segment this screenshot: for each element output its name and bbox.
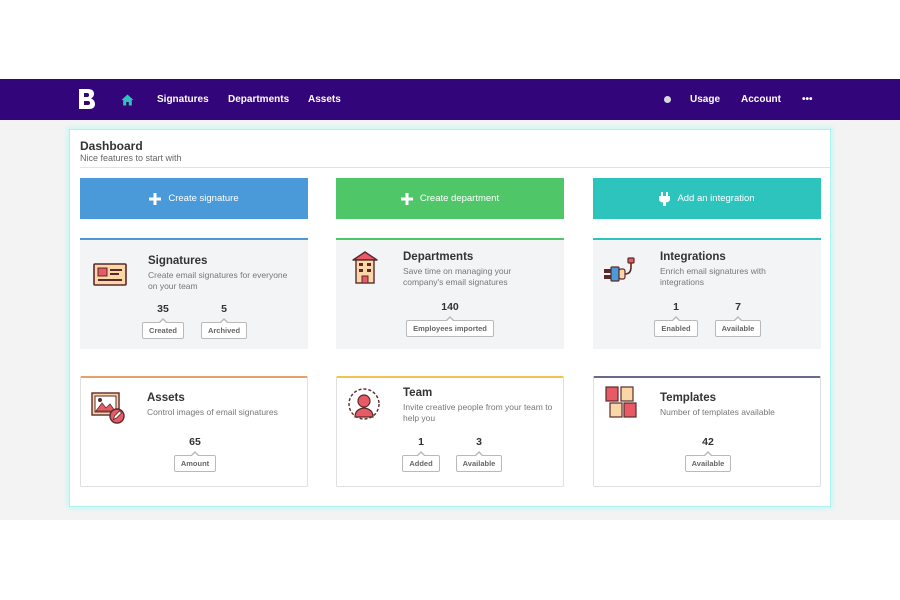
signatures-card[interactable]: Signatures Create email signatures for e… xyxy=(80,238,308,349)
templates-icon xyxy=(605,386,637,418)
stat-badge: Archived xyxy=(200,318,248,339)
team-card-description: Invite creative people from your team to… xyxy=(403,402,553,423)
dashboard-panel: Dashboard Nice features to start with Cr… xyxy=(69,129,831,507)
image-edit-icon xyxy=(91,392,125,424)
departments-card-title: Departments xyxy=(403,251,474,263)
nav-account[interactable]: Account xyxy=(741,79,781,120)
create-signature-label: Create signature xyxy=(168,193,239,204)
create-signature-button[interactable]: Create signature xyxy=(80,178,308,219)
stat-badge: Available xyxy=(714,316,762,337)
stat-enabled: 1 Enabled xyxy=(653,301,699,337)
templates-card[interactable]: Templates Number of templates available … xyxy=(593,376,821,487)
integrations-card-title: Integrations xyxy=(660,251,726,263)
status-dot-icon xyxy=(664,96,671,103)
top-navbar: Signatures Departments Assets Usage Acco… xyxy=(0,79,900,120)
signature-card-icon xyxy=(93,263,127,286)
team-avatar-icon xyxy=(348,388,380,420)
nav-signatures[interactable]: Signatures xyxy=(157,79,209,120)
create-department-button[interactable]: Create department xyxy=(336,178,564,219)
stat-employees-imported: 140 Employees imported xyxy=(400,301,500,337)
stat-badge: Added xyxy=(402,451,440,472)
divider xyxy=(80,167,830,168)
integrations-card-description: Enrich email signatures with integration… xyxy=(660,266,766,287)
nav-more-button[interactable]: ••• xyxy=(802,79,813,120)
integrations-card[interactable]: Integrations Enrich email signatures wit… xyxy=(593,238,821,349)
stat-archived: 5 Archived xyxy=(196,303,252,339)
building-icon xyxy=(352,251,378,284)
stat-badge: Available xyxy=(684,451,732,472)
team-card-title: Team xyxy=(403,387,433,399)
stat-amount: 65 Amount xyxy=(165,436,225,472)
page-subtitle: Nice features to start with xyxy=(80,153,182,163)
nav-departments[interactable]: Departments xyxy=(228,79,289,120)
page-title: Dashboard xyxy=(80,139,143,153)
create-department-label: Create department xyxy=(419,193,500,204)
signatures-card-description: Create email signatures for everyone on … xyxy=(148,270,288,291)
stat-available: 7 Available xyxy=(710,301,766,337)
templates-card-title: Templates xyxy=(660,392,717,404)
assets-card-description: Control images of email signatures xyxy=(147,407,278,417)
templates-card-description: Number of templates available xyxy=(660,407,775,417)
stat-created: 35 Created xyxy=(140,303,186,339)
stat-available: 42 Available xyxy=(678,436,738,472)
stat-badge: Available xyxy=(455,451,503,472)
add-integration-button[interactable]: Add an integration xyxy=(593,178,821,219)
assets-card[interactable]: Assets Control images of email signature… xyxy=(80,376,308,487)
stat-badge: Amount xyxy=(173,451,217,472)
add-integration-label: Add an integration xyxy=(677,193,755,204)
home-icon[interactable] xyxy=(121,93,134,106)
brand-logo[interactable] xyxy=(78,88,96,110)
stat-badge: Employees imported xyxy=(406,316,494,337)
plus-icon xyxy=(400,192,413,205)
plus-icon xyxy=(149,192,162,205)
plug-integration-icon xyxy=(604,257,635,282)
nav-assets[interactable]: Assets xyxy=(308,79,341,120)
stat-badge: Enabled xyxy=(654,316,698,337)
stat-added: 1 Added xyxy=(399,436,443,472)
signatures-card-title: Signatures xyxy=(148,255,208,267)
departments-card[interactable]: Departments Save time on managing your c… xyxy=(336,238,564,349)
assets-card-title: Assets xyxy=(147,392,185,404)
stat-badge: Created xyxy=(142,318,184,339)
plug-icon xyxy=(659,191,671,206)
team-card[interactable]: Team Invite creative people from your te… xyxy=(336,376,564,487)
stat-available: 3 Available xyxy=(451,436,507,472)
departments-card-description: Save time on managing your company's ema… xyxy=(403,266,512,287)
nav-usage[interactable]: Usage xyxy=(690,79,720,120)
